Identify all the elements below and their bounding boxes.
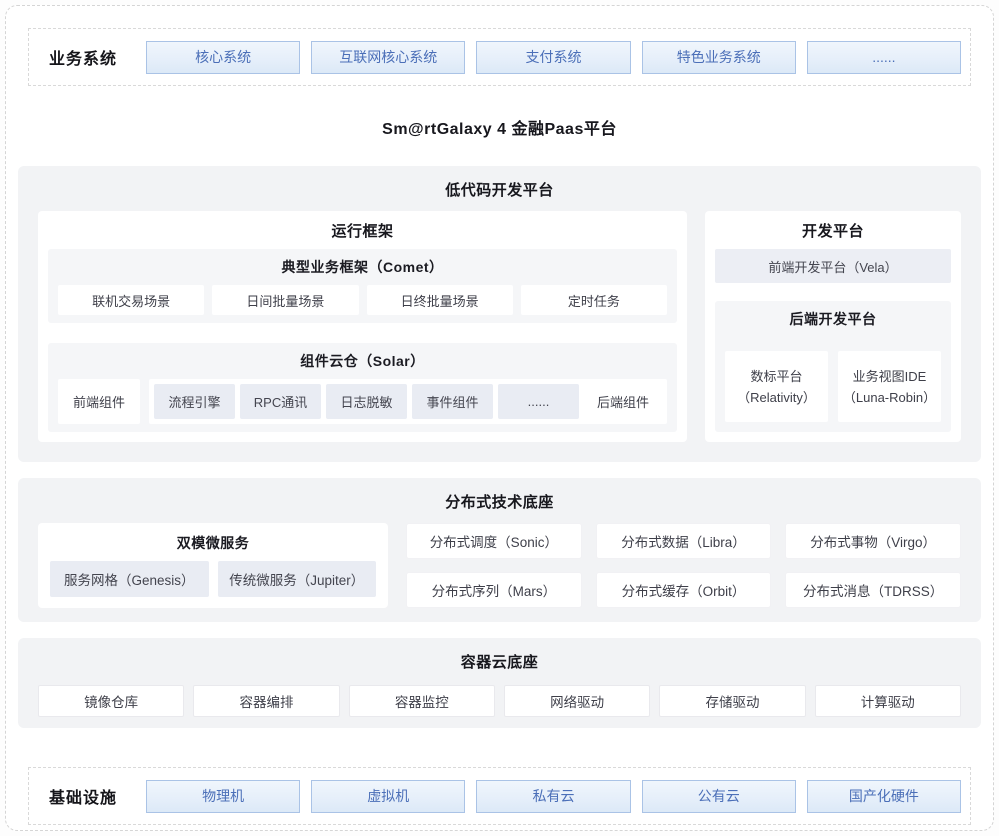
- distributed-data-libra[interactable]: 分布式数据（Libra）: [596, 523, 772, 559]
- runtime-framework-title: 运行框架: [48, 211, 677, 249]
- container-item-orchestration[interactable]: 容器编排: [193, 685, 339, 717]
- solar-components-strip: 流程引擎 RPC通讯 日志脱敏 事件组件 ...... 后端组件: [149, 379, 667, 424]
- luna-robin-ide-box[interactable]: 业务视图IDE （Luna-Robin）: [838, 351, 941, 422]
- container-base-title: 容器云底座: [38, 651, 961, 672]
- business-systems-label: 业务系统: [39, 45, 135, 69]
- distributed-transaction-virgo[interactable]: 分布式事物（Virgo）: [785, 523, 961, 559]
- container-base-section: 容器云底座 镜像仓库 容器编排 容器监控 网络驱动 存储驱动 计算驱动: [18, 638, 981, 728]
- infra-domestic-hardware[interactable]: 国产化硬件: [807, 780, 961, 813]
- distributed-base-title: 分布式技术底座: [38, 491, 961, 512]
- comet-framework-title: 典型业务框架（Comet）: [58, 249, 667, 285]
- solar-chip-event-components[interactable]: 事件组件: [412, 384, 493, 419]
- relativity-platform-code: （Relativity）: [737, 387, 816, 408]
- backend-dev-platform-card: 后端开发平台 数标平台 （Relativity） 业务视图IDE （Luna-R…: [715, 301, 951, 432]
- container-item-network-driver[interactable]: 网络驱动: [504, 685, 650, 717]
- backend-dev-platform-title: 后端开发平台: [725, 301, 941, 337]
- luna-robin-ide-name: 业务视图IDE: [853, 366, 927, 387]
- business-system-special[interactable]: 特色业务系统: [642, 41, 796, 74]
- business-system-core[interactable]: 核心系统: [146, 41, 300, 74]
- dev-platform-title: 开发平台: [715, 211, 951, 249]
- solar-chip-more[interactable]: ......: [498, 384, 579, 419]
- dual-mode-microservices-card: 双模微服务 服务网格（Genesis） 传统微服务（Jupiter）: [38, 523, 388, 608]
- frontend-dev-platform-vela[interactable]: 前端开发平台（Vela）: [715, 249, 951, 283]
- distributed-sequence-mars[interactable]: 分布式序列（Mars）: [406, 572, 582, 608]
- distributed-scheduling-sonic[interactable]: 分布式调度（Sonic）: [406, 523, 582, 559]
- comet-item-daytime-batch[interactable]: 日间批量场景: [212, 285, 358, 315]
- low-code-platform-title: 低代码开发平台: [38, 179, 961, 200]
- infra-public-cloud[interactable]: 公有云: [642, 780, 796, 813]
- container-item-monitoring[interactable]: 容器监控: [349, 685, 495, 717]
- luna-robin-ide-code: （Luna-Robin）: [843, 387, 936, 408]
- comet-framework-card: 典型业务框架（Comet） 联机交易场景 日间批量场景 日终批量场景 定时任务: [48, 249, 677, 323]
- low-code-platform-section: 低代码开发平台 运行框架 典型业务框架（Comet） 联机交易场景 日间批量场景…: [18, 166, 981, 462]
- solar-warehouse-card: 组件云仓（Solar） 前端组件 流程引擎 RPC通讯 日志脱敏 事件组件 ..…: [48, 343, 677, 432]
- container-item-image-registry[interactable]: 镜像仓库: [38, 685, 184, 717]
- business-system-more[interactable]: ......: [807, 41, 961, 74]
- distributed-message-tdrss[interactable]: 分布式消息（TDRSS）: [785, 572, 961, 608]
- business-systems-row: 业务系统 核心系统 互联网核心系统 支付系统 特色业务系统 ......: [28, 28, 971, 86]
- solar-chip-process-engine[interactable]: 流程引擎: [154, 384, 235, 419]
- infrastructure-row: 基础设施 物理机 虚拟机 私有云 公有云 国产化硬件: [28, 767, 971, 825]
- solar-warehouse-title: 组件云仓（Solar）: [58, 343, 667, 379]
- comet-item-scheduled-task[interactable]: 定时任务: [521, 285, 667, 315]
- comet-item-endofday-batch[interactable]: 日终批量场景: [367, 285, 513, 315]
- distributed-cache-orbit[interactable]: 分布式缓存（Orbit）: [596, 572, 772, 608]
- solar-item-backend-components[interactable]: 后端组件: [584, 392, 662, 411]
- distributed-base-section: 分布式技术底座 双模微服务 服务网格（Genesis） 传统微服务（Jupite…: [18, 478, 981, 622]
- page-title: Sm@rtGalaxy 4 金融Paas平台: [18, 115, 981, 139]
- comet-item-online-transaction[interactable]: 联机交易场景: [58, 285, 204, 315]
- solar-item-frontend-components[interactable]: 前端组件: [58, 379, 140, 424]
- container-item-compute-driver[interactable]: 计算驱动: [815, 685, 961, 717]
- relativity-platform-box[interactable]: 数标平台 （Relativity）: [725, 351, 828, 422]
- business-system-internet-core[interactable]: 互联网核心系统: [311, 41, 465, 74]
- container-item-storage-driver[interactable]: 存储驱动: [659, 685, 805, 717]
- infra-virtual-machine[interactable]: 虚拟机: [311, 780, 465, 813]
- architecture-diagram: 业务系统 核心系统 互联网核心系统 支付系统 特色业务系统 ...... Sm@…: [5, 5, 994, 831]
- infrastructure-label: 基础设施: [39, 784, 135, 808]
- dual-mode-microservices-title: 双模微服务: [50, 523, 376, 561]
- business-system-payment[interactable]: 支付系统: [476, 41, 630, 74]
- solar-chip-log-masking[interactable]: 日志脱敏: [326, 384, 407, 419]
- service-mesh-genesis[interactable]: 服务网格（Genesis）: [50, 561, 209, 597]
- runtime-framework-card: 运行框架 典型业务框架（Comet） 联机交易场景 日间批量场景 日终批量场景 …: [38, 211, 687, 442]
- infra-private-cloud[interactable]: 私有云: [476, 780, 630, 813]
- solar-chip-rpc[interactable]: RPC通讯: [240, 384, 321, 419]
- infra-physical-machine[interactable]: 物理机: [146, 780, 300, 813]
- traditional-microservices-jupiter[interactable]: 传统微服务（Jupiter）: [218, 561, 377, 597]
- dev-platform-card: 开发平台 前端开发平台（Vela） 后端开发平台 数标平台 （Relativit…: [705, 211, 961, 442]
- distributed-services-grid: 分布式调度（Sonic） 分布式数据（Libra） 分布式事物（Virgo） 分…: [406, 523, 961, 608]
- relativity-platform-name: 数标平台: [750, 366, 802, 387]
